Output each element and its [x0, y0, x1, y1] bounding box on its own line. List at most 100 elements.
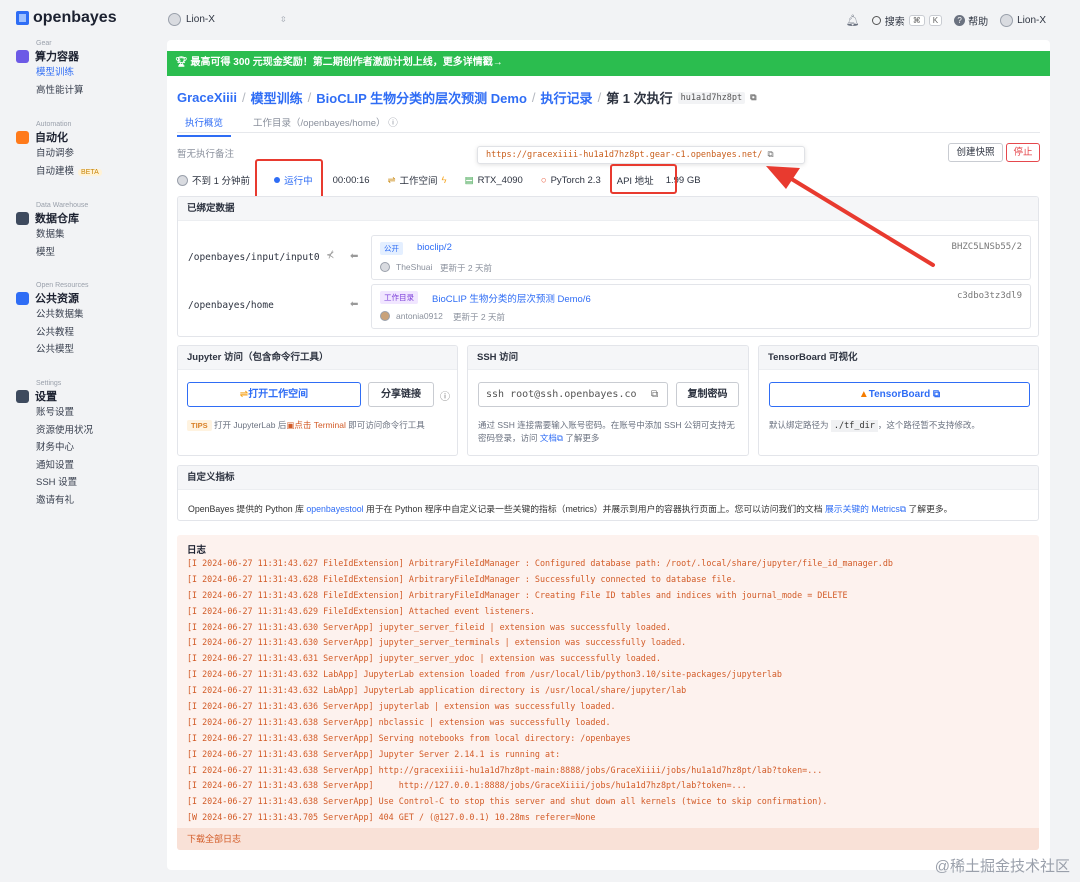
- workdir-tag: 工作目录: [380, 291, 418, 304]
- tensorboard-icon: ▲: [858, 389, 869, 400]
- log-line: [I 2024-06-27 11:31:43.632 LabApp] Jupyt…: [187, 685, 687, 696]
- help-icon: ?: [954, 15, 966, 26]
- framework: ○ PyTorch 2.3: [540, 174, 601, 186]
- api-url-tooltip[interactable]: https://gracexiiii-hu1a1d7hz8pt.gear-c1.…: [477, 146, 805, 164]
- ssh-command-field[interactable]: ssh root@ssh.openbayes.co: [478, 382, 668, 407]
- bell-icon[interactable]: 🔔︎: [846, 14, 860, 27]
- dataset-name[interactable]: BioCLIP 生物分类的层次预测 Demo/6: [432, 291, 591, 305]
- nav-group-title[interactable]: 自动化: [16, 129, 102, 145]
- sidebar-item[interactable]: 模型: [16, 244, 88, 262]
- nav-group-title[interactable]: 数据仓库: [16, 210, 88, 226]
- public-tag: 公开: [380, 242, 403, 255]
- nav-group-icon: [16, 130, 29, 144]
- search-icon: [871, 16, 881, 25]
- sidebar-item[interactable]: 资源使用状况: [16, 422, 93, 440]
- workspace-name: Lion-X: [186, 14, 215, 25]
- nav-group-title[interactable]: 设置: [16, 388, 93, 404]
- copy-icon[interactable]: ⧉: [651, 389, 658, 400]
- search-button[interactable]: 搜索 ⌘ K: [871, 13, 943, 28]
- workspace-size: ⇌ 工作空间 ϟ: [387, 174, 447, 188]
- sidebar-item[interactable]: 财务中心: [16, 439, 93, 457]
- panel-title: TensorBoard 可视化: [759, 346, 1038, 370]
- external-link-icon: ⧉: [899, 504, 907, 514]
- external-link-icon: ⧉: [933, 389, 941, 400]
- folder-icon: ⇌: [387, 174, 396, 186]
- gpu-icon: ▤: [464, 174, 474, 186]
- crumb-runs[interactable]: 执行记录: [541, 88, 593, 107]
- log-line: [I 2024-06-27 11:31:43.638 ServerApp] nb…: [187, 716, 611, 727]
- doc-link[interactable]: 文档: [540, 433, 557, 443]
- tab-workdir[interactable]: 工作目录（/openbayes/home） ⓘ: [245, 112, 406, 137]
- sidebar-item[interactable]: SSH 设置: [16, 474, 93, 492]
- log-line: [I 2024-06-27 11:31:43.631 ServerApp] ju…: [187, 653, 661, 664]
- workspace-switcher[interactable]: Lion-X ⇳: [168, 13, 287, 26]
- log-line: [I 2024-06-27 11:31:43.638 ServerApp] ht…: [187, 764, 823, 775]
- sidebar-item[interactable]: 账号设置: [16, 404, 93, 422]
- tensorboard-button[interactable]: ▲TensorBoard ⧉: [769, 382, 1030, 407]
- mount-path-2: /openbayes/home: [188, 300, 274, 311]
- log-panel[interactable]: 日志 [I 2024-06-27 11:31:43.627 FileIdExte…: [177, 535, 1039, 850]
- updated: 更新于 2 天前: [453, 312, 505, 322]
- lib-link[interactable]: openbayestool: [306, 504, 363, 514]
- log-line: [I 2024-06-27 11:31:43.638 ServerApp] Se…: [187, 732, 631, 743]
- user-name: Lion-X: [1017, 15, 1046, 26]
- copy-password-button[interactable]: 复制密码: [676, 382, 739, 407]
- watermark: @稀土掘金技术社区: [934, 858, 1070, 875]
- external-link-icon[interactable]: ⧉: [767, 150, 773, 160]
- snapshot-button[interactable]: 创建快照: [948, 143, 1003, 162]
- sidebar-item[interactable]: 公共教程: [16, 324, 89, 342]
- sidebar-item[interactable]: 高性能计算: [16, 82, 84, 100]
- search-label: 搜索: [884, 17, 905, 28]
- pin-icon[interactable]: ⊀: [326, 250, 334, 261]
- run-note[interactable]: 暂无执行备注: [177, 146, 234, 160]
- tf-dir-path: ./tf_dir: [830, 420, 878, 432]
- tab-overview[interactable]: 执行概览: [177, 112, 232, 137]
- crumb-user[interactable]: GraceXiiii: [177, 90, 237, 105]
- dataset-card-1[interactable]: 公开 bioclip/2 BHZC5LNSb55/2 TheShuai 更新于 …: [371, 235, 1031, 280]
- download-logs-link[interactable]: 下载全部日志: [177, 828, 1039, 850]
- jupyter-tip: TIPS 打开 JupyterLab 后▣点击 Terminal 即可访问命令行…: [187, 419, 449, 432]
- sidebar-item[interactable]: 邀请有礼: [16, 492, 93, 510]
- job-hash: hu1a1d7hz8pt: [677, 91, 746, 104]
- crumb-project[interactable]: BioCLIP 生物分类的层次预测 Demo: [316, 88, 527, 107]
- sidebar-item[interactable]: 自动建模 BETA: [16, 163, 102, 181]
- nav-group-title[interactable]: 算力容器: [16, 48, 84, 64]
- switch-icon: ⇳: [279, 15, 287, 24]
- log-line: [I 2024-06-27 11:31:43.630 ServerApp] ju…: [187, 637, 687, 648]
- stop-button[interactable]: 停止: [1006, 143, 1040, 162]
- metrics-doc-link[interactable]: 展示关键的 Metrics: [825, 504, 900, 514]
- metrics-desc: OpenBayes 提供的 Python 库 openbayestool 用于在…: [188, 504, 953, 514]
- nav-group-title[interactable]: 公共资源: [16, 290, 89, 306]
- nav-group-en: Open Resources: [36, 282, 89, 289]
- tensorboard-panel: TensorBoard 可视化 ▲TensorBoard ⧉ 默认绑定路径为 .…: [758, 345, 1039, 456]
- brand-logo[interactable]: openbayes: [16, 9, 117, 27]
- ssh-panel: SSH 访问 ssh root@ssh.openbayes.co ⧉ 复制密码 …: [467, 345, 749, 456]
- metrics-panel: 自定义指标 OpenBayes 提供的 Python 库 openbayesto…: [177, 465, 1039, 521]
- sidebar-item[interactable]: 公共数据集: [16, 306, 89, 324]
- sidebar-item[interactable]: 公共模型: [16, 341, 89, 359]
- dataset-card-2[interactable]: 工作目录 BioCLIP 生物分类的层次预测 Demo/6 c3dbo3tz3d…: [371, 284, 1031, 329]
- nav-group-en: Settings: [36, 380, 62, 387]
- sidebar-item[interactable]: 模型训练: [16, 64, 84, 82]
- external-link-icon: ⧉: [556, 433, 563, 443]
- info-icon[interactable]: ⓘ: [440, 388, 450, 403]
- promo-banner[interactable]: 🏆︎ 最高可得 300 元现金奖励！第二期创作者激励计划上线，更多详情戳→: [167, 51, 1050, 76]
- copy-icon[interactable]: ⧉: [750, 92, 756, 103]
- sidebar-item[interactable]: 通知设置: [16, 457, 93, 475]
- open-workspace-button[interactable]: ⇌打开工作空间: [187, 382, 361, 407]
- nav-group-2: Data Warehouse 数据仓库 数据集 模型: [16, 202, 88, 261]
- updated: 更新于 2 天前: [440, 263, 492, 273]
- dataset-hash: c3dbo3tz3dl9: [956, 291, 1022, 301]
- share-link-button[interactable]: 分享链接: [368, 382, 434, 407]
- crumb-section[interactable]: 模型训练: [251, 88, 303, 107]
- duration: 00:00:16: [332, 174, 370, 186]
- log-line: [W 2024-06-27 11:31:43.705 ServerApp] 40…: [187, 812, 596, 823]
- sidebar-item[interactable]: 数据集: [16, 226, 88, 244]
- help-button[interactable]: ? 帮助: [954, 13, 988, 28]
- nav-group-icon: [16, 49, 29, 63]
- user-icon: [177, 174, 188, 186]
- dataset-name[interactable]: bioclip/2: [417, 242, 452, 253]
- topbar: Lion-X ⇳ 🔔︎ 搜索 ⌘ K ? 帮助 Lion-X: [158, 0, 1080, 40]
- user-menu[interactable]: Lion-X: [1000, 14, 1046, 27]
- sidebar-item[interactable]: 自动调参: [16, 145, 102, 163]
